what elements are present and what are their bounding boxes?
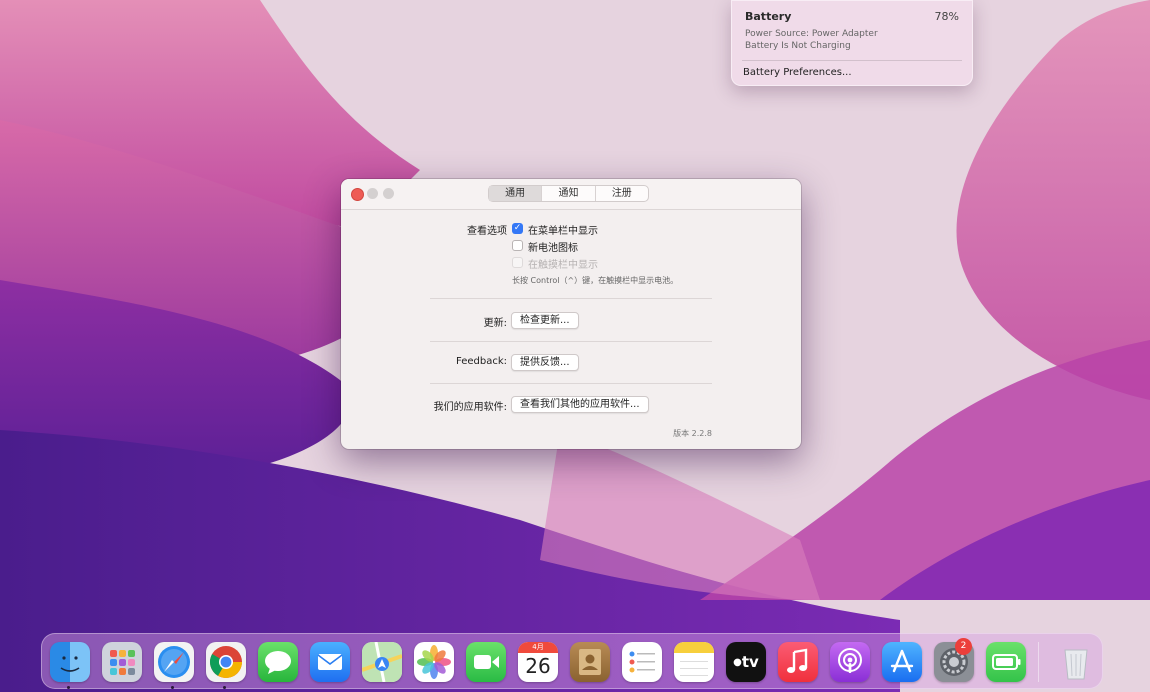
calendar-icon[interactable]: 4月 26: [518, 642, 558, 682]
preferences-window: 通用 通知 注册 查看选项 ✓ 在菜单栏中显示 新电池图标 在触摸栏中显示 长按…: [341, 179, 801, 449]
messages-icon[interactable]: [258, 642, 298, 682]
running-indicator: [223, 686, 226, 689]
zoom-button[interactable]: [383, 188, 394, 199]
battery-app-icon[interactable]: [986, 642, 1026, 682]
trash-icon[interactable]: [1056, 642, 1096, 682]
launchpad-icon[interactable]: [102, 642, 142, 682]
podcasts-icon[interactable]: [830, 642, 870, 682]
new-battery-icon-checkbox[interactable]: [512, 240, 523, 251]
dock: 4月 26 ● tv: [41, 633, 1103, 689]
battery-menu-title: Battery: [745, 10, 792, 23]
section-divider: [430, 341, 712, 342]
close-button[interactable]: [351, 188, 364, 201]
tab-registration[interactable]: 注册: [596, 186, 648, 201]
feedback-button[interactable]: 提供反馈...: [511, 354, 579, 371]
apple-tv-label: tv: [741, 653, 759, 671]
running-indicator: [67, 686, 70, 689]
apple-tv-icon[interactable]: ● tv: [726, 642, 766, 682]
maps-icon[interactable]: [362, 642, 402, 682]
charging-status-text: Battery Is Not Charging: [745, 41, 851, 51]
reminders-icon[interactable]: [622, 642, 662, 682]
menu-divider: [742, 60, 962, 61]
show-in-touchbar-checkbox: [512, 257, 523, 268]
notes-icon[interactable]: [674, 642, 714, 682]
our-apps-label: 我们的应用软件:: [433, 402, 507, 413]
show-in-menubar-label[interactable]: 在菜单栏中显示: [528, 222, 598, 237]
photos-icon[interactable]: [414, 642, 454, 682]
check-updates-button[interactable]: 检查更新...: [511, 312, 579, 329]
facetime-icon[interactable]: [466, 642, 506, 682]
battery-percent: 78%: [934, 10, 959, 23]
mail-icon[interactable]: [310, 642, 350, 682]
tab-general[interactable]: 通用: [489, 186, 543, 201]
calendar-month: 4月: [518, 642, 558, 653]
safari-icon[interactable]: [154, 642, 194, 682]
chrome-icon[interactable]: [206, 642, 246, 682]
calendar-day: 26: [525, 654, 551, 678]
system-preferences-badge: 2: [955, 638, 972, 655]
running-indicator: [171, 686, 174, 689]
touchbar-hint-text: 长按 Control（^）键，在触摸栏中显示电池。: [512, 276, 679, 285]
feedback-label: Feedback:: [456, 356, 507, 367]
version-text: 版本 2.2.8: [673, 429, 712, 438]
new-battery-icon-label[interactable]: 新电池图标: [528, 239, 578, 254]
section-divider: [430, 298, 712, 299]
show-in-touchbar-label: 在触摸栏中显示: [528, 260, 598, 271]
view-other-apps-button[interactable]: 查看我们其他的应用软件...: [511, 396, 649, 413]
power-source-text: Power Source: Power Adapter: [745, 29, 878, 39]
battery-menu-popover: Battery 78% Power Source: Power Adapter …: [731, 0, 973, 86]
finder-icon[interactable]: [50, 642, 90, 682]
update-label: 更新:: [483, 318, 507, 329]
contacts-icon[interactable]: [570, 642, 610, 682]
tab-notifications[interactable]: 通知: [542, 186, 596, 201]
minimize-button[interactable]: [367, 188, 378, 199]
section-divider: [430, 383, 712, 384]
preferences-tabs: 通用 通知 注册: [488, 185, 649, 202]
show-in-menubar-checkbox[interactable]: ✓: [512, 223, 523, 234]
battery-preferences-menu-item[interactable]: Battery Preferences...: [743, 67, 852, 78]
dock-separator: [1038, 642, 1039, 682]
app-store-icon[interactable]: [882, 642, 922, 682]
music-icon[interactable]: [778, 642, 818, 682]
window-titlebar[interactable]: 通用 通知 注册: [341, 179, 801, 210]
view-options-label: 查看选项: [467, 226, 507, 237]
